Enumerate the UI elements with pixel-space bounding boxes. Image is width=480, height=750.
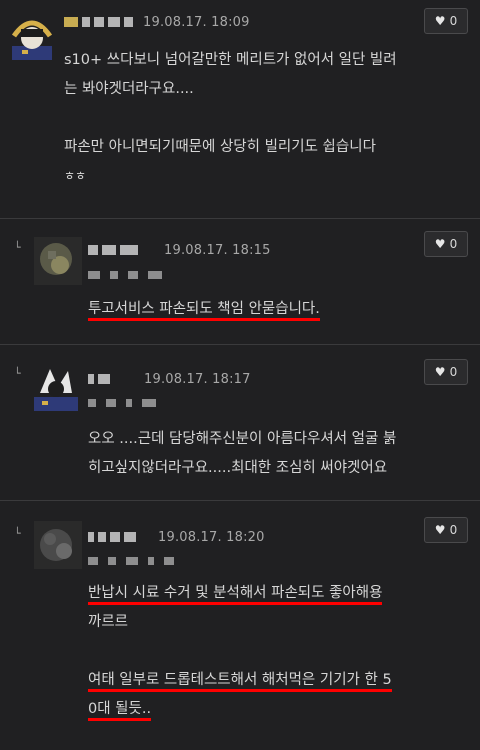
comment-line: 오오 ....근데 담당해주신분이 아름다우셔서 얼굴 붉 — [88, 431, 397, 447]
like-count: 0 — [449, 14, 458, 28]
like-count: 0 — [449, 237, 458, 251]
like-button[interactable]: ♥ 0 — [424, 8, 468, 34]
comment-4: └ 19.08.17. 18:20 ♥ 0 반납시 시료 수거 및 분석해서 파… — [0, 501, 480, 750]
like-count: 0 — [449, 365, 458, 379]
author-info — [88, 399, 156, 407]
heart-icon: ♥ — [434, 523, 446, 537]
comment-line: 파손만 아니면되기때문에 상당히 빌리기도 쉽습니다 — [64, 139, 376, 155]
comment-3: └ 19.08.17. 18:17 ♥ 0 오오 ....근데 담당해주신분이 … — [0, 345, 480, 500]
comment-line: s10+ 쓰다보니 넘어갈만한 메리트가 없어서 일단 빌려 — [64, 52, 397, 68]
author-name[interactable] — [88, 245, 138, 255]
comment-date: 19.08.17. 18:20 — [158, 529, 265, 545]
comment-meta: 19.08.17. 18:20 — [88, 527, 265, 547]
avatar[interactable] — [8, 12, 56, 60]
comment-date: 19.08.17. 18:15 — [164, 242, 271, 258]
like-button[interactable]: ♥ 0 — [424, 231, 468, 257]
reply-arrow-icon: └ — [14, 527, 21, 540]
author-info — [88, 557, 174, 565]
comment-meta: 19.08.17. 18:15 — [88, 240, 271, 260]
author-name[interactable] — [64, 17, 133, 27]
avatar[interactable] — [34, 521, 82, 569]
comment-line — [88, 637, 392, 666]
heart-icon: ♥ — [434, 14, 446, 28]
comment-line: 여태 일부로 드롭테스트해서 해처먹은 기기가 한 5 — [88, 672, 392, 692]
comment-line: 는 봐야겟더라구요.... — [64, 81, 194, 97]
comment-date: 19.08.17. 18:09 — [143, 14, 250, 30]
comment-line: 까르르 — [88, 614, 129, 630]
comment-line — [64, 104, 397, 133]
heart-icon: ♥ — [434, 237, 446, 251]
reply-arrow-icon: └ — [14, 367, 21, 380]
like-button[interactable]: ♥ 0 — [424, 359, 468, 385]
comment-date: 19.08.17. 18:17 — [144, 371, 251, 387]
comment-line: 반납시 시료 수거 및 분석해서 파손되도 좋아해용 — [88, 585, 383, 605]
comment-1: 19.08.17. 18:09 ♥ 0 s10+ 쓰다보니 넘어갈만한 메리트가… — [0, 0, 480, 218]
comment-line: 히고싶지않더라구요.....최대한 조심히 써야겟어요 — [88, 460, 388, 476]
heart-icon: ♥ — [434, 365, 446, 379]
comment-body: 오오 ....근데 담당해주신분이 아름다우셔서 얼굴 붉 히고싶지않더라구요.… — [88, 425, 396, 483]
like-count: 0 — [449, 523, 458, 537]
comment-line: 투고서비스 파손되도 책임 안묻습니다. — [88, 301, 320, 321]
comment-meta: 19.08.17. 18:17 — [88, 369, 251, 389]
avatar[interactable] — [32, 363, 80, 411]
comment-meta: 19.08.17. 18:09 — [64, 12, 250, 32]
reply-arrow-icon: └ — [14, 241, 21, 254]
author-name[interactable] — [88, 532, 136, 542]
comment-2: └ 19.08.17. 18:15 ♥ 0 투고서비스 파손되도 책임 안묻습니… — [0, 219, 480, 344]
avatar[interactable] — [34, 237, 82, 285]
comment-body: s10+ 쓰다보니 넘어갈만한 메리트가 없어서 일단 빌려 는 봐야겟더라구요… — [64, 46, 397, 191]
comment-line: ㅎㅎ — [64, 169, 87, 183]
comment-body: 투고서비스 파손되도 책임 안묻습니다. — [88, 295, 320, 324]
comment-body: 반납시 시료 수거 및 분석해서 파손되도 좋아해용 까르르 여태 일부로 드롭… — [88, 579, 392, 724]
author-name[interactable] — [88, 374, 110, 384]
author-info — [88, 271, 162, 279]
like-button[interactable]: ♥ 0 — [424, 517, 468, 543]
comment-line: 0대 될듯.. — [88, 701, 152, 721]
